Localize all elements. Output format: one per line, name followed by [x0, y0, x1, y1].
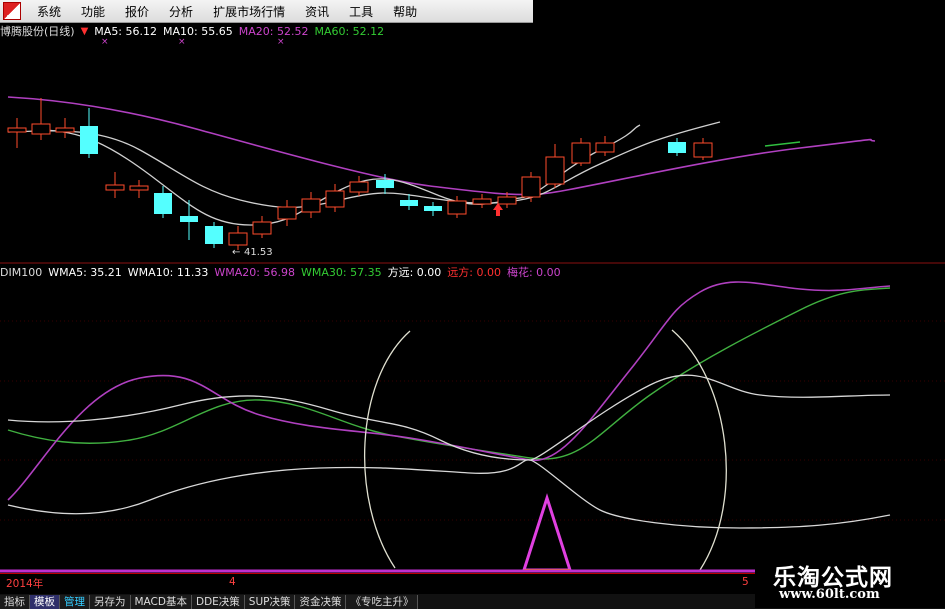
svg-text:×: ×: [277, 37, 285, 47]
candle-body: [400, 200, 418, 206]
wma30-line: [7, 287, 891, 460]
ma60-line: [7, 96, 876, 196]
candle-body: [376, 180, 394, 188]
candle-body: [205, 226, 223, 244]
candle-body: [277, 206, 297, 220]
candle-body: [252, 221, 272, 235]
tab-template[interactable]: 模板: [30, 594, 60, 609]
wma5-line: [7, 459, 891, 529]
tab-save-as[interactable]: 另存为: [90, 594, 131, 609]
watermark: 乐淘公式网 www.60lt.com: [755, 556, 945, 608]
tab-fund[interactable]: 资金决策: [295, 594, 347, 609]
candle-body: [301, 198, 321, 213]
candle-body: [129, 185, 149, 191]
candlestick-series: [7, 98, 713, 250]
tab-manage[interactable]: 管理: [60, 594, 90, 609]
candle-body: [55, 127, 75, 133]
tab-main-rise[interactable]: 《专吃主升》: [346, 594, 419, 609]
candle-body: [497, 196, 517, 205]
tab-macd[interactable]: MACD基本: [130, 594, 192, 609]
svg-text:×: ×: [101, 37, 109, 47]
candle-body: [693, 142, 713, 158]
candle-body: [349, 181, 369, 193]
signal-spike: [521, 493, 573, 572]
low-price-label: 41.53: [244, 247, 273, 258]
candle-body: [31, 123, 51, 135]
candle-body: [472, 198, 492, 205]
candle-body: [180, 216, 198, 222]
candle-body: [325, 190, 345, 208]
time-label-2014: 2014年: [6, 578, 44, 590]
indicator-grid: [0, 320, 945, 521]
arc-right: [671, 329, 727, 571]
time-label-may: 5: [742, 576, 749, 588]
candle-body: [105, 184, 125, 191]
watermark-url: www.60lt.com: [779, 587, 880, 602]
candle-body: [545, 156, 565, 185]
candle-body: [668, 142, 686, 153]
candle-body: [80, 126, 98, 154]
time-label-apr: 4: [229, 576, 236, 588]
candle-body: [571, 142, 591, 164]
candle-body: [154, 193, 172, 214]
chart-canvas: × × × ← 41.53: [0, 37, 945, 573]
tab-indicator[interactable]: 指标: [0, 594, 30, 609]
tab-dde[interactable]: DDE决策: [191, 594, 245, 609]
candle-body: [7, 127, 27, 133]
buy-signal-arrow-icon: [493, 203, 503, 216]
ma60-green-segment: [764, 141, 801, 147]
time-axis: 2014年 4 5: [0, 573, 760, 592]
candle-body: [228, 232, 248, 246]
wma10-line: [7, 374, 891, 461]
candle-body: [447, 200, 467, 215]
candle-body: [521, 176, 541, 198]
low-price-arrow-icon: ←: [232, 247, 240, 258]
tab-sup[interactable]: SUP决策: [244, 594, 296, 609]
ma-legend-markers: × × ×: [101, 37, 285, 47]
candle-body: [595, 142, 615, 153]
svg-text:×: ×: [178, 37, 186, 47]
arc-left: [364, 330, 411, 569]
candle-body: [424, 206, 442, 211]
wma20-line: [7, 281, 891, 501]
